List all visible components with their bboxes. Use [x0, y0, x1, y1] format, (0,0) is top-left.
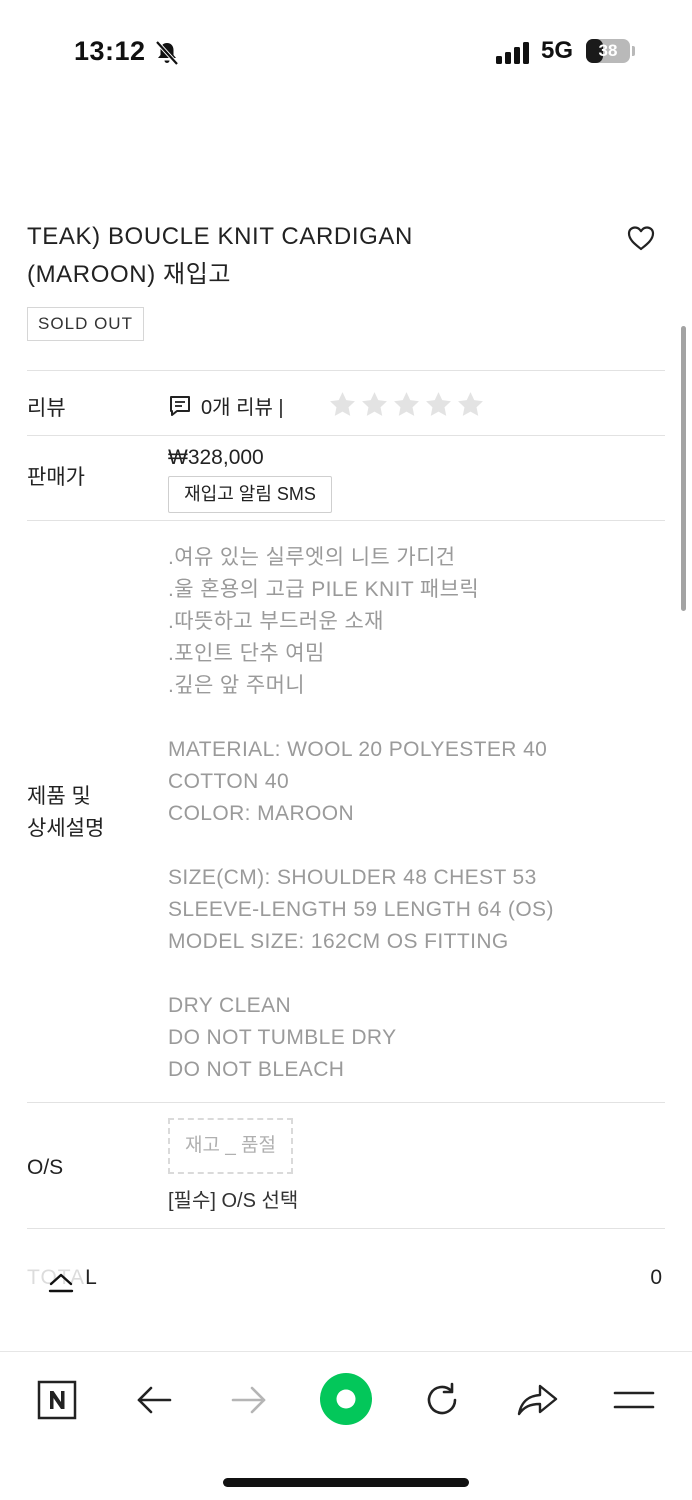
- status-time: 13:12: [74, 36, 146, 66]
- signal-icon: [496, 42, 529, 64]
- description-line: COLOR: MAROON: [168, 802, 355, 825]
- description-line: DRY CLEAN: [168, 994, 292, 1017]
- star-icon: [426, 392, 451, 416]
- price-label: 판매가: [27, 466, 85, 489]
- chevron-up-icon[interactable]: [46, 1270, 76, 1298]
- reload-button[interactable]: [412, 1376, 472, 1424]
- restock-sms-button[interactable]: 재입고 알림 SMS: [168, 476, 332, 513]
- description-line: .울 혼용의 고급 PILE KNIT 패브릭: [168, 578, 480, 601]
- product-title-line1: TEAK) BOUCLE KNIT CARDIGAN: [27, 223, 413, 250]
- divider: [27, 435, 665, 436]
- review-label: 리뷰: [27, 397, 66, 420]
- option-label: O/S: [27, 1156, 64, 1179]
- green-dot-button[interactable]: [315, 1368, 377, 1430]
- description-line: DO NOT TUMBLE DRY: [168, 1026, 397, 1049]
- description-line: COTTON 40: [168, 770, 290, 793]
- network-label: 5G: [541, 37, 574, 64]
- details-label: 제품 및 상세설명: [27, 781, 104, 845]
- status-bar: 13:12 5G 38: [0, 0, 692, 100]
- arrow-right-icon: [231, 1386, 266, 1414]
- description-line: SIZE(CM): SHOULDER 48 CHEST 53: [168, 866, 537, 889]
- divider: [27, 1102, 665, 1103]
- naver-icon: [37, 1380, 77, 1420]
- share-button[interactable]: [508, 1376, 568, 1424]
- star-icon: [458, 392, 483, 416]
- star-icon: [394, 392, 419, 416]
- review-icon[interactable]: [168, 394, 192, 418]
- divider: [27, 1228, 665, 1229]
- scrollbar[interactable]: [681, 326, 686, 611]
- description-line: .포인트 단추 여밈: [168, 642, 325, 665]
- product-title-line2: (MAROON) 재입고: [27, 261, 232, 288]
- star-icon: [362, 392, 387, 416]
- description-line: .따뜻하고 부드러운 소재: [168, 610, 384, 633]
- product-title: TEAK) BOUCLE KNIT CARDIGAN (MAROON) 재입고: [27, 218, 587, 294]
- hamburger-menu-icon: [613, 1391, 655, 1409]
- total-label-visible: L: [85, 1266, 98, 1289]
- menu-button[interactable]: [604, 1376, 664, 1424]
- review-count[interactable]: 0개 리뷰 |: [201, 391, 284, 420]
- sold-out-badge: SOLD OUT: [27, 307, 144, 341]
- total-value: 0: [650, 1266, 662, 1289]
- browser-toolbar: [0, 1351, 692, 1500]
- battery-level: 38: [598, 41, 618, 60]
- green-dot-icon: [320, 1373, 372, 1425]
- description-line: [168, 958, 648, 990]
- forward-button[interactable]: [219, 1376, 279, 1424]
- divider: [27, 370, 665, 371]
- battery-icon: 38: [586, 39, 630, 63]
- bell-muted-icon: [155, 40, 179, 66]
- reload-icon: [427, 1382, 457, 1415]
- details-label-line2: 상세설명: [27, 817, 105, 840]
- back-button[interactable]: [124, 1376, 184, 1424]
- option-chip-soldout[interactable]: 재고 _ 품절: [168, 1118, 293, 1174]
- product-description: .여유 있는 실루엣의 니트 가디건 .울 혼용의 고급 PILE KNIT 패브…: [168, 542, 648, 1086]
- star-icon: [330, 392, 355, 416]
- price-value: ₩328,000: [168, 446, 264, 469]
- description-line: [168, 702, 648, 734]
- description-line: MATERIAL: WOOL 20 POLYESTER 40: [168, 738, 548, 761]
- option-required-text: [필수] O/S 선택: [168, 1190, 299, 1212]
- battery-nub: [632, 46, 635, 56]
- arrow-left-icon: [137, 1386, 172, 1414]
- share-icon: [517, 1384, 558, 1416]
- naver-home-button[interactable]: [27, 1376, 87, 1424]
- details-label-line1: 제품 및: [27, 785, 91, 808]
- rating-stars: [328, 390, 485, 419]
- description-line: SLEEVE-LENGTH 59 LENGTH 64 (OS): [168, 898, 554, 921]
- description-line: MODEL SIZE: 162CM OS FITTING: [168, 930, 509, 953]
- description-line: .여유 있는 실루엣의 니트 가디건: [168, 546, 456, 569]
- description-line: DO NOT BLEACH: [168, 1058, 345, 1081]
- description-line: .깊은 앞 주머니: [168, 674, 306, 697]
- home-indicator: [223, 1478, 469, 1487]
- description-line: [168, 830, 648, 862]
- heart-icon[interactable]: [626, 224, 656, 252]
- divider: [27, 520, 665, 521]
